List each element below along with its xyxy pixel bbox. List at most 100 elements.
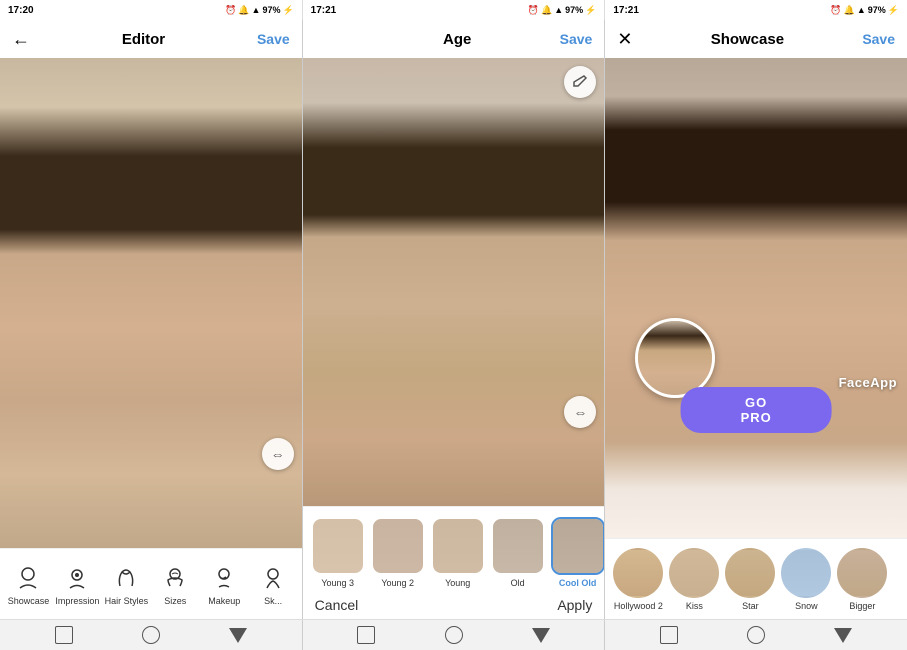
showcase-filters-row: Hollywood 2 Kiss Star Snow Bigger bbox=[605, 539, 907, 619]
time-1: 17:20 bbox=[8, 5, 34, 16]
toolbar-item-skin[interactable]: Sk... bbox=[251, 563, 295, 606]
editor-title: Editor bbox=[122, 31, 165, 48]
nav-section-3 bbox=[605, 620, 907, 650]
young2-label: Young 2 bbox=[381, 578, 414, 588]
young3-thumb bbox=[311, 517, 365, 575]
nav-circle-3[interactable] bbox=[747, 626, 765, 644]
snow-label: Snow bbox=[795, 601, 818, 611]
faceapp-watermark: FaceApp bbox=[839, 375, 897, 390]
age-filter-old[interactable]: Old bbox=[491, 517, 545, 588]
old-label: Old bbox=[511, 578, 525, 588]
status-icons-1: ⏰🔔▲97%⚡ bbox=[225, 5, 294, 16]
status-bar-1: 17:20 ⏰🔔▲97%⚡ bbox=[0, 0, 302, 20]
snow-thumb bbox=[781, 548, 831, 598]
bigger-thumb bbox=[837, 548, 887, 598]
compare-button-1[interactable]: ⇔ bbox=[262, 438, 294, 470]
age-panel: Age Save ⇔ Young 3 bbox=[302, 20, 606, 619]
age-save-button[interactable]: Save bbox=[560, 31, 593, 47]
toolbar-icons-row: Showcase Impression Hair Styles bbox=[0, 549, 302, 619]
hollywood2-thumb bbox=[613, 548, 663, 598]
skin-label: Sk... bbox=[264, 596, 282, 606]
showcase-save-button[interactable]: Save bbox=[862, 31, 895, 47]
sizes-label: Sizes bbox=[164, 596, 186, 606]
showcase-filter-hollywood2[interactable]: Hollywood 2 bbox=[613, 548, 663, 611]
nav-square-3[interactable] bbox=[660, 626, 678, 644]
age-filter-young2[interactable]: Young 2 bbox=[371, 517, 425, 588]
makeup-icon bbox=[209, 563, 239, 593]
nav-circle-2[interactable] bbox=[445, 626, 463, 644]
toolbar-item-impression[interactable]: Impression bbox=[55, 563, 99, 606]
go-pro-button[interactable]: GO PRO bbox=[681, 387, 832, 433]
nav-bar bbox=[0, 619, 907, 650]
cancel-button[interactable]: Cancel bbox=[315, 597, 359, 613]
toolbar-item-sizes[interactable]: Sizes bbox=[153, 563, 197, 606]
original-face-image bbox=[0, 58, 302, 548]
back-button[interactable]: ← bbox=[12, 29, 30, 50]
showcase-title: Showcase bbox=[711, 31, 784, 48]
time-3: 17:21 bbox=[613, 5, 639, 16]
nav-triangle-2[interactable] bbox=[532, 628, 550, 643]
cancel-apply-row: Cancel Apply bbox=[303, 597, 605, 619]
editor-toolbar: Showcase Impression Hair Styles bbox=[0, 548, 302, 619]
nav-triangle-3[interactable] bbox=[834, 628, 852, 643]
toolbar-item-showcase[interactable]: Showcase bbox=[6, 563, 50, 606]
thumb-inner-face bbox=[638, 321, 712, 395]
young-thumb bbox=[431, 517, 485, 575]
showcase-filter-snow[interactable]: Snow bbox=[781, 548, 831, 611]
close-button[interactable]: ✕ bbox=[617, 29, 632, 50]
showcase-photo-area: FaceApp GO PRO bbox=[605, 58, 907, 538]
coolold-label: Cool Old bbox=[559, 578, 597, 588]
showcase-filter-star[interactable]: Star bbox=[725, 548, 775, 611]
showcase-header: ✕ Showcase Save bbox=[605, 20, 907, 58]
status-bar-3: 17:21 ⏰🔔▲97%⚡ bbox=[605, 0, 907, 20]
impression-label: Impression bbox=[55, 596, 99, 606]
editor-photo-area: ⇔ bbox=[0, 58, 302, 548]
young2-thumb bbox=[371, 517, 425, 575]
hairstyles-icon bbox=[111, 563, 141, 593]
showcase-filter-kiss[interactable]: Kiss bbox=[669, 548, 719, 611]
coolold-thumb bbox=[551, 517, 605, 575]
aged-face-image bbox=[303, 58, 605, 506]
old-thumb bbox=[491, 517, 545, 575]
kiss-label: Kiss bbox=[686, 601, 703, 611]
age-filter-young3[interactable]: Young 3 bbox=[311, 517, 365, 588]
showcase-filter-bigger[interactable]: Bigger bbox=[837, 548, 887, 611]
young3-label: Young 3 bbox=[321, 578, 354, 588]
age-title: Age bbox=[443, 31, 471, 48]
nav-section-1 bbox=[0, 620, 302, 650]
age-filter-coolold[interactable]: Cool Old bbox=[551, 517, 605, 588]
kiss-thumb bbox=[669, 548, 719, 598]
hairstyles-label: Hair Styles bbox=[105, 596, 149, 606]
nav-section-2 bbox=[302, 620, 606, 650]
star-thumb bbox=[725, 548, 775, 598]
nav-square-2[interactable] bbox=[357, 626, 375, 644]
showcase-label: Showcase bbox=[8, 596, 50, 606]
skin-icon bbox=[258, 563, 288, 593]
young-label: Young bbox=[445, 578, 470, 588]
star-label: Star bbox=[742, 601, 759, 611]
age-filters-row: Young 3 Young 2 Young bbox=[303, 507, 605, 597]
nav-square-1[interactable] bbox=[55, 626, 73, 644]
age-photo-area: ⇔ bbox=[303, 58, 605, 506]
showcase-face-image bbox=[605, 58, 907, 538]
editor-save-button[interactable]: Save bbox=[257, 31, 290, 47]
original-thumb-overlay bbox=[635, 318, 715, 398]
status-icons-3: ⏰🔔▲97%⚡ bbox=[830, 5, 899, 16]
age-header: Age Save bbox=[303, 20, 605, 58]
showcase-toolbar: Hollywood 2 Kiss Star Snow Bigger bbox=[605, 538, 907, 619]
status-bar-2: 17:21 ⏰🔔▲97%⚡ bbox=[302, 0, 606, 20]
toolbar-item-makeup[interactable]: Makeup bbox=[202, 563, 246, 606]
showcase-icon bbox=[13, 563, 43, 593]
age-filter-young[interactable]: Young bbox=[431, 517, 485, 588]
nav-circle-1[interactable] bbox=[142, 626, 160, 644]
time-2: 17:21 bbox=[311, 5, 337, 16]
editor-panel: ← Editor Save ⇔ Showcase Impres bbox=[0, 20, 302, 619]
nav-triangle-1[interactable] bbox=[229, 628, 247, 643]
apply-button[interactable]: Apply bbox=[557, 597, 592, 613]
bigger-label: Bigger bbox=[849, 601, 875, 611]
status-icons-2: ⏰🔔▲97%⚡ bbox=[528, 5, 597, 16]
toolbar-item-hairstyles[interactable]: Hair Styles bbox=[104, 563, 148, 606]
sizes-icon bbox=[160, 563, 190, 593]
hollywood2-label: Hollywood 2 bbox=[614, 601, 663, 611]
showcase-panel: ✕ Showcase Save FaceApp GO PRO Hollywood… bbox=[605, 20, 907, 619]
